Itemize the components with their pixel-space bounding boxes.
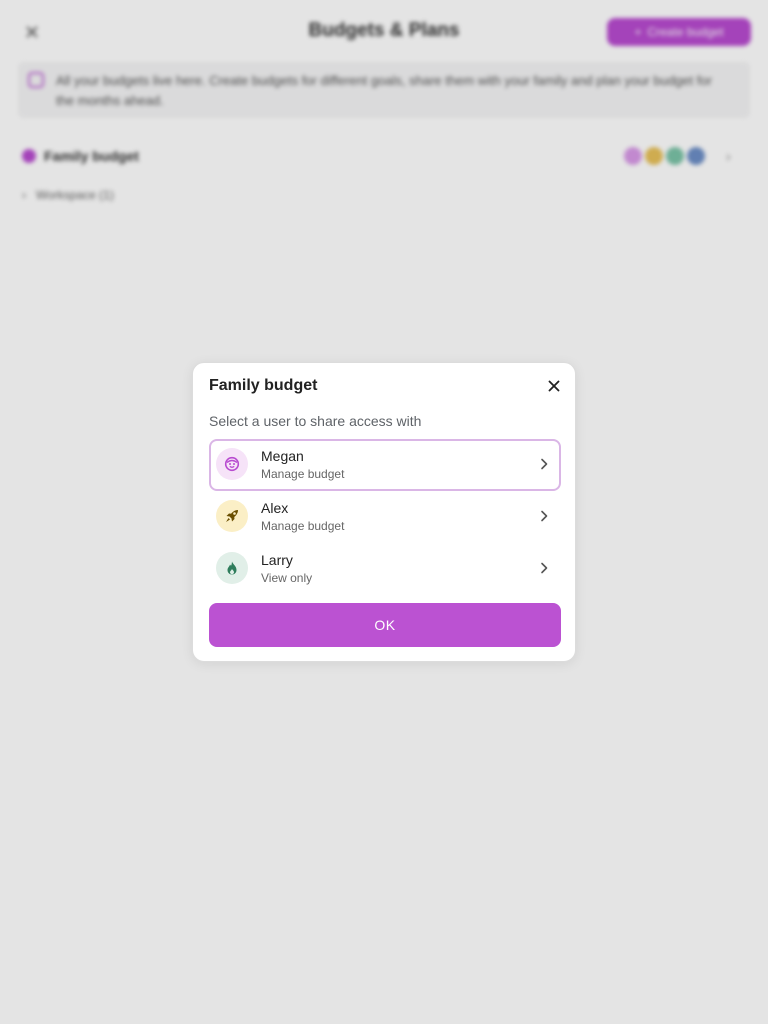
user-item-larry[interactable]: Larry View only [209,543,561,595]
ok-button[interactable]: OK [209,603,561,647]
user-role: View only [261,571,313,585]
dialog-subtitle: Select a user to share access with [209,413,422,429]
user-item-megan[interactable]: Megan Manage budget [209,439,561,491]
dialog-title: Family budget [209,377,318,394]
user-name: Larry [261,552,293,568]
chevron-right-icon [541,562,548,574]
rocket-icon [226,510,238,522]
user-role: Manage budget [261,467,345,481]
user-name: Alex [261,500,289,516]
share-dialog: Family budget Select a user to share acc… [192,362,576,662]
chevron-right-icon [541,510,548,522]
user-item-alex[interactable]: Alex Manage budget [209,491,561,543]
avatar [216,500,248,532]
chevron-right-icon [541,458,548,470]
avatar [216,448,248,480]
close-button[interactable] [543,375,565,397]
user-name: Megan [261,448,304,464]
avatar [216,552,248,584]
smiley-face-icon [224,456,240,472]
user-role: Manage budget [261,519,345,533]
close-icon [548,380,560,392]
flame-icon [227,561,237,575]
